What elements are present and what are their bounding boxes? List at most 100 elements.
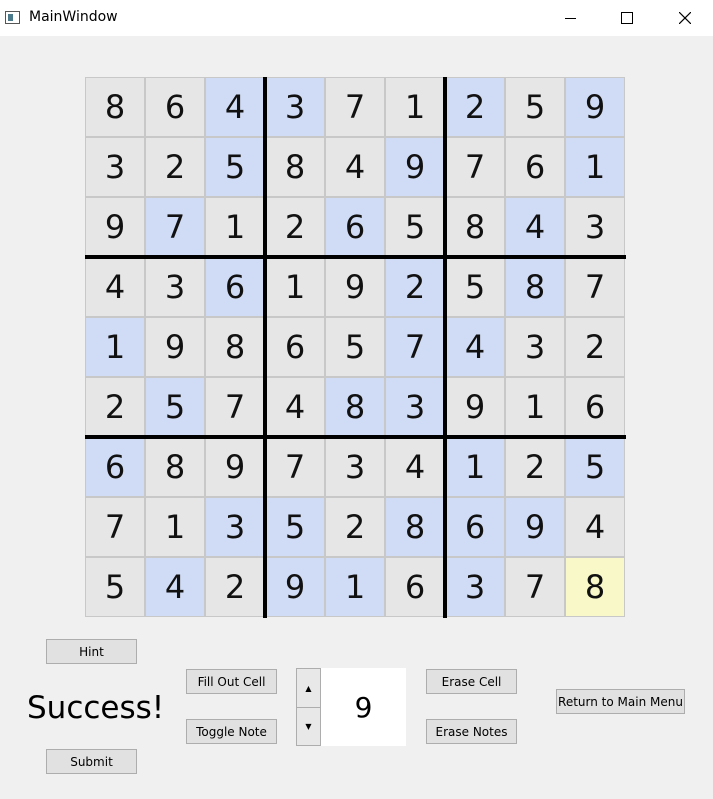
sudoku-cell[interactable]: 1 — [265, 257, 325, 317]
sudoku-cell[interactable]: 4 — [505, 197, 565, 257]
sudoku-cell[interactable]: 3 — [385, 377, 445, 437]
sudoku-cell[interactable]: 7 — [385, 317, 445, 377]
status-message: Success! — [27, 690, 165, 726]
maximize-button[interactable] — [598, 0, 656, 36]
toggle-note-button[interactable]: Toggle Note — [186, 719, 277, 744]
sudoku-cell[interactable]: 9 — [505, 497, 565, 557]
sudoku-cell[interactable]: 1 — [505, 377, 565, 437]
sudoku-cell[interactable]: 7 — [205, 377, 265, 437]
sudoku-cell[interactable]: 8 — [205, 317, 265, 377]
sudoku-cell[interactable]: 5 — [565, 437, 625, 497]
sudoku-cell[interactable]: 6 — [385, 557, 445, 617]
sudoku-cell[interactable]: 7 — [505, 557, 565, 617]
sudoku-cell[interactable]: 4 — [565, 497, 625, 557]
sudoku-cell[interactable]: 9 — [385, 137, 445, 197]
sudoku-cell[interactable]: 3 — [505, 317, 565, 377]
sudoku-cell[interactable]: 4 — [85, 257, 145, 317]
sudoku-cell[interactable]: 8 — [85, 77, 145, 137]
sudoku-cell[interactable]: 2 — [565, 317, 625, 377]
sudoku-cell[interactable]: 9 — [325, 257, 385, 317]
sudoku-cell[interactable]: 7 — [145, 197, 205, 257]
fill-out-cell-button[interactable]: Fill Out Cell — [186, 669, 277, 694]
sudoku-cell[interactable]: 8 — [445, 197, 505, 257]
hint-button[interactable]: Hint — [46, 639, 137, 664]
sudoku-cell[interactable]: 8 — [145, 437, 205, 497]
sudoku-cell[interactable]: 6 — [325, 197, 385, 257]
sudoku-cell[interactable]: 1 — [445, 437, 505, 497]
sudoku-cell[interactable]: 7 — [325, 77, 385, 137]
sudoku-cell[interactable]: 2 — [265, 197, 325, 257]
sudoku-cell[interactable]: 2 — [505, 437, 565, 497]
maximize-icon — [621, 12, 633, 24]
sudoku-cell[interactable]: 1 — [145, 497, 205, 557]
erase-cell-button[interactable]: Erase Cell — [426, 669, 517, 694]
sudoku-cell[interactable]: 3 — [145, 257, 205, 317]
minimize-button[interactable] — [541, 0, 599, 36]
sudoku-cell[interactable]: 6 — [505, 137, 565, 197]
sudoku-cell[interactable]: 6 — [265, 317, 325, 377]
sudoku-cell[interactable]: 3 — [85, 137, 145, 197]
sudoku-cell[interactable]: 3 — [325, 437, 385, 497]
sudoku-cell[interactable]: 5 — [385, 197, 445, 257]
minimize-icon — [564, 17, 576, 19]
sudoku-cell[interactable]: 1 — [325, 557, 385, 617]
erase-notes-button[interactable]: Erase Notes — [426, 719, 517, 744]
sudoku-cell[interactable]: 5 — [325, 317, 385, 377]
sudoku-cell[interactable]: 9 — [445, 377, 505, 437]
sudoku-cell[interactable]: 6 — [205, 257, 265, 317]
sudoku-cell[interactable]: 5 — [445, 257, 505, 317]
spin-up-icon[interactable]: ▲ — [297, 669, 320, 708]
sudoku-cell[interactable]: 5 — [505, 77, 565, 137]
sudoku-cell[interactable]: 9 — [265, 557, 325, 617]
sudoku-cell[interactable]: 8 — [505, 257, 565, 317]
sudoku-cell[interactable]: 4 — [445, 317, 505, 377]
sudoku-cell[interactable]: 8 — [325, 377, 385, 437]
sudoku-cell[interactable]: 7 — [445, 137, 505, 197]
sudoku-cell[interactable]: 3 — [565, 197, 625, 257]
sudoku-cell[interactable]: 1 — [85, 317, 145, 377]
sudoku-cell[interactable]: 4 — [385, 437, 445, 497]
sudoku-cell[interactable]: 9 — [85, 197, 145, 257]
sudoku-cell[interactable]: 4 — [265, 377, 325, 437]
sudoku-cell[interactable]: 4 — [145, 557, 205, 617]
sudoku-cell[interactable]: 1 — [205, 197, 265, 257]
sudoku-cell[interactable]: 8 — [385, 497, 445, 557]
sudoku-cell[interactable]: 5 — [265, 497, 325, 557]
sudoku-cell[interactable]: 7 — [565, 257, 625, 317]
sudoku-cell[interactable]: 3 — [265, 77, 325, 137]
sudoku-cell[interactable]: 9 — [565, 77, 625, 137]
sudoku-cell[interactable]: 8 — [565, 557, 625, 617]
sudoku-cell[interactable]: 4 — [325, 137, 385, 197]
sudoku-cell[interactable]: 3 — [445, 557, 505, 617]
sudoku-cell[interactable]: 8 — [265, 137, 325, 197]
return-to-main-menu-button[interactable]: Return to Main Menu — [556, 689, 685, 714]
sudoku-cell[interactable]: 2 — [85, 377, 145, 437]
sudoku-cell[interactable]: 6 — [445, 497, 505, 557]
sudoku-cell[interactable]: 5 — [145, 377, 205, 437]
sudoku-cell[interactable]: 9 — [205, 437, 265, 497]
close-button[interactable] — [656, 0, 713, 36]
spin-down-icon[interactable]: ▼ — [297, 707, 320, 745]
sudoku-cell[interactable]: 9 — [145, 317, 205, 377]
sudoku-cell[interactable]: 4 — [205, 77, 265, 137]
sudoku-cell[interactable]: 1 — [565, 137, 625, 197]
sudoku-cell[interactable]: 7 — [85, 497, 145, 557]
sudoku-cell[interactable]: 2 — [385, 257, 445, 317]
sudoku-cell[interactable]: 6 — [565, 377, 625, 437]
sudoku-cell[interactable]: 5 — [205, 137, 265, 197]
sudoku-cell[interactable]: 7 — [265, 437, 325, 497]
number-spinbox-value[interactable]: 9 — [321, 668, 406, 746]
submit-button[interactable]: Submit — [46, 749, 137, 774]
sudoku-cell[interactable]: 5 — [85, 557, 145, 617]
sudoku-cell[interactable]: 2 — [205, 557, 265, 617]
app-icon — [5, 11, 20, 24]
sudoku-cell[interactable]: 2 — [445, 77, 505, 137]
sudoku-cell[interactable]: 2 — [325, 497, 385, 557]
sudoku-cell[interactable]: 6 — [145, 77, 205, 137]
sudoku-cell[interactable]: 1 — [385, 77, 445, 137]
box-divider-horizontal — [85, 435, 626, 439]
sudoku-cell[interactable]: 2 — [145, 137, 205, 197]
sudoku-cell[interactable]: 6 — [85, 437, 145, 497]
sudoku-cell[interactable]: 3 — [205, 497, 265, 557]
number-spinbox-arrows: ▲ ▼ — [296, 668, 321, 746]
